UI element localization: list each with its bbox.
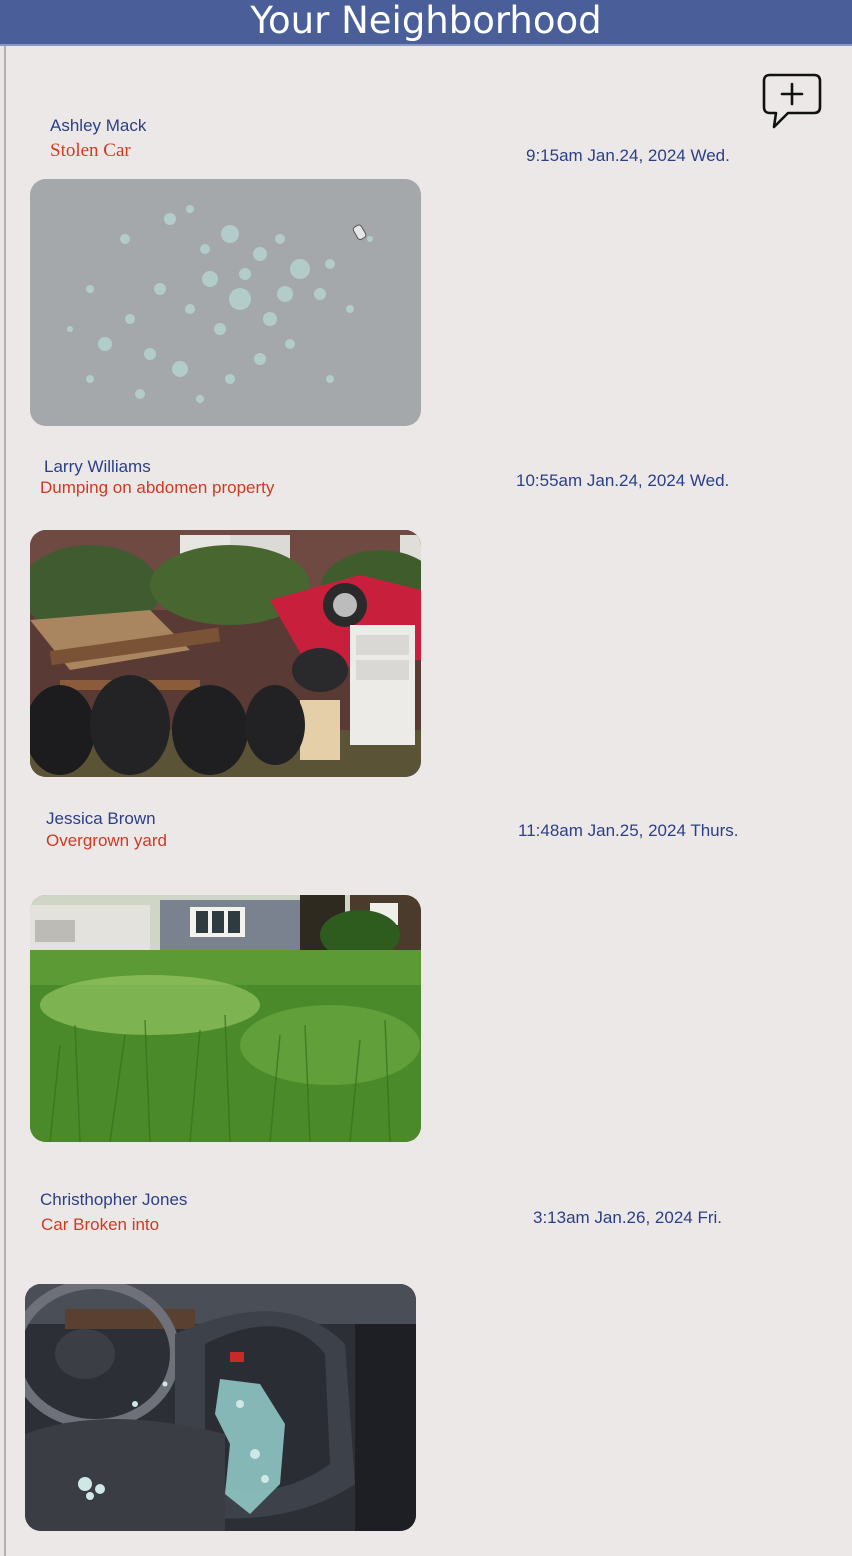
- post-author[interactable]: Jessica Brown: [46, 809, 156, 829]
- post-photo-overgrown-yard[interactable]: [30, 895, 421, 1142]
- post-subject[interactable]: Stolen Car: [50, 140, 131, 162]
- post-timestamp: 9:15am Jan.24, 2024 Wed.: [526, 146, 730, 165]
- post-photo-broken-car-window[interactable]: [25, 1284, 416, 1531]
- post-timestamp: 3:13am Jan.26, 2024 Fri.: [533, 1208, 723, 1227]
- post-subject[interactable]: Dumping on abdomen property: [40, 478, 274, 498]
- post-author[interactable]: Christhopher Jones: [40, 1190, 187, 1210]
- post-subject[interactable]: Car Broken into: [41, 1215, 159, 1235]
- post-author[interactable]: Larry Williams: [44, 457, 151, 477]
- post-timestamp: 10:55am Jan.24, 2024 Wed.: [516, 471, 730, 490]
- new-post-button[interactable]: [762, 73, 822, 129]
- post-timestamp: 11:48am Jan.25, 2024 Thurs.: [518, 821, 739, 840]
- page-title: Your Neighborhood: [250, 0, 602, 42]
- new-message-icon: [762, 73, 822, 129]
- app-header: Your Neighborhood: [0, 0, 852, 46]
- post-photo-shattered-glass[interactable]: [30, 179, 421, 426]
- post-subject[interactable]: Overgrown yard: [46, 831, 167, 851]
- post-author[interactable]: Ashley Mack: [50, 116, 146, 136]
- post-photo-dumped-trash[interactable]: [30, 530, 421, 777]
